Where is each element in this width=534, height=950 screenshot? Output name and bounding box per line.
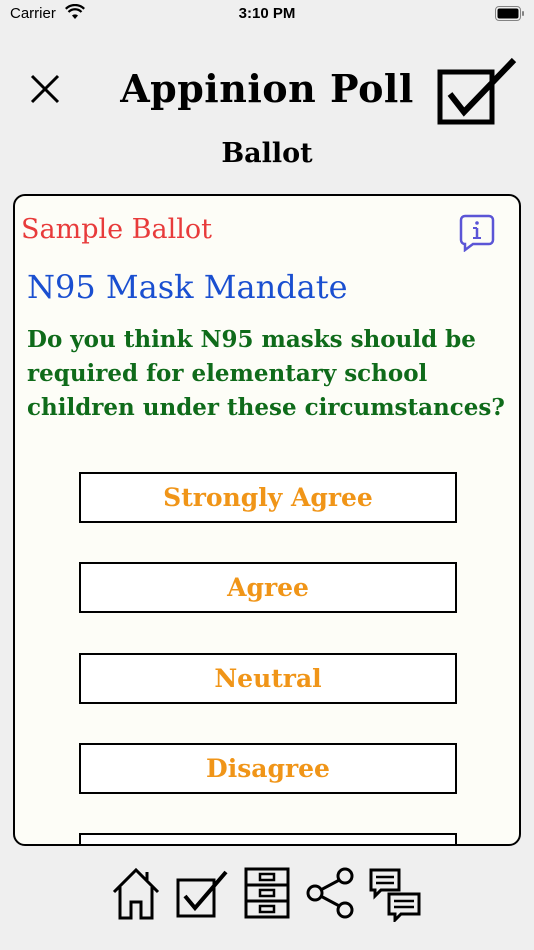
sample-ballot-label: Sample Ballot: [21, 214, 212, 245]
share-icon[interactable]: [304, 866, 356, 920]
ballot-card: Sample Ballot N95 Mask Mandate Do you th…: [13, 194, 521, 846]
choice-strongly-disagree-button[interactable]: [79, 833, 457, 844]
choice-agree-button[interactable]: Agree: [79, 562, 457, 613]
bottom-tab-bar: [0, 860, 534, 930]
chat-bubbles-icon[interactable]: [367, 866, 423, 922]
home-icon[interactable]: [111, 866, 161, 920]
choice-strongly-agree-button[interactable]: Strongly Agree: [79, 472, 457, 523]
file-cabinet-icon[interactable]: [243, 866, 291, 920]
checkbox-logo-icon: [437, 57, 517, 125]
info-icon[interactable]: [459, 214, 495, 252]
poll-title: N95 Mask Mandate: [27, 268, 348, 306]
choice-neutral-button[interactable]: Neutral: [79, 653, 457, 704]
battery-icon: [495, 6, 524, 21]
poll-question: Do you think N95 masks should be require…: [27, 326, 505, 421]
ballot-check-icon[interactable]: [175, 866, 229, 920]
status-time: 3:10 PM: [238, 5, 296, 22]
page-subtitle: Ballot: [221, 138, 313, 169]
status-bar: Carrier 3:10 PM: [0, 0, 534, 30]
choice-disagree-button[interactable]: Disagree: [79, 743, 457, 794]
